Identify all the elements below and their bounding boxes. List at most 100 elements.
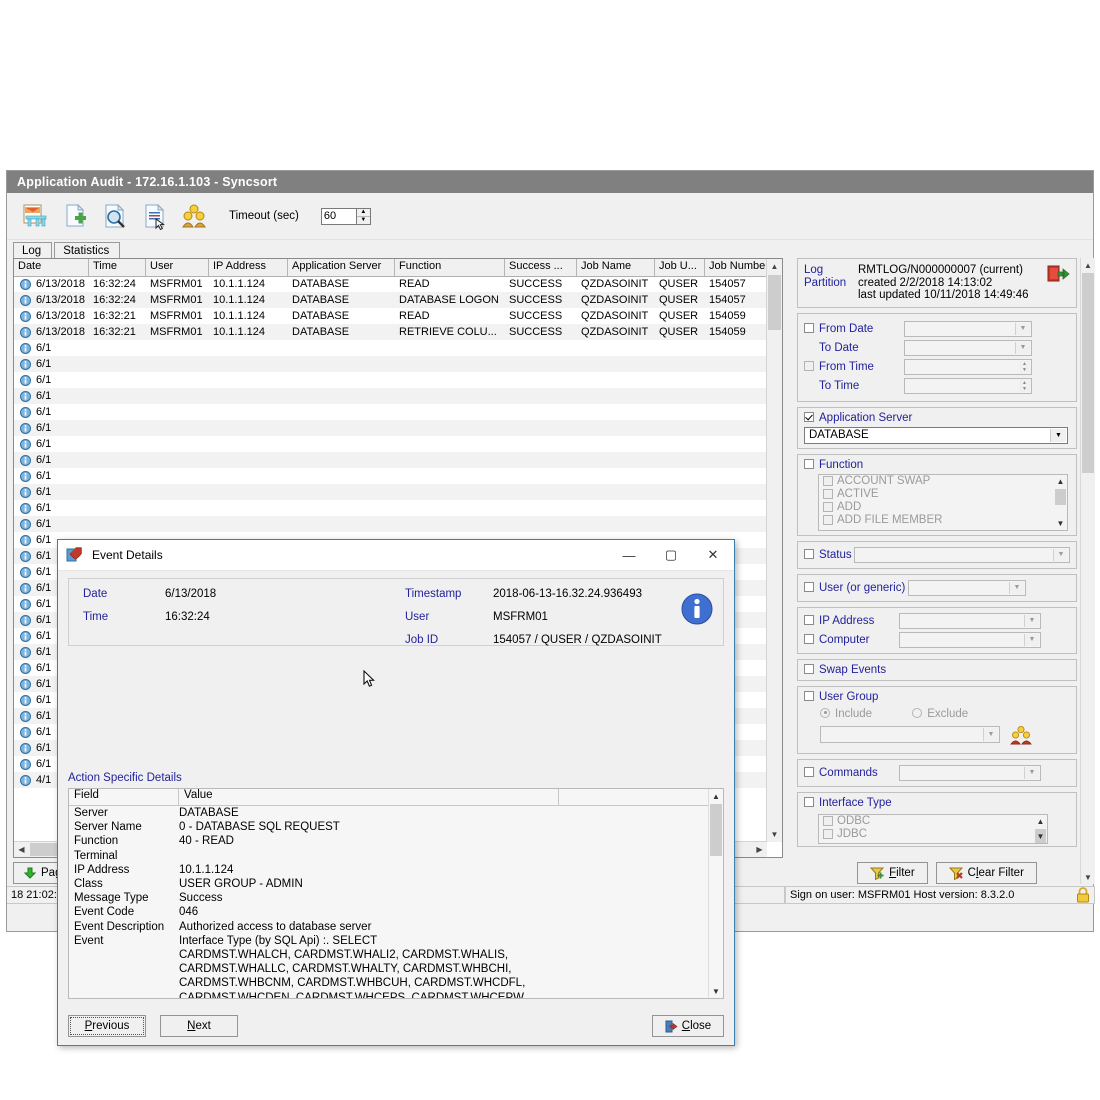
grid-column-header-3[interactable]: IP Address xyxy=(209,259,288,276)
to-date-input[interactable]: ▼ xyxy=(904,340,1032,356)
export-log-icon[interactable] xyxy=(15,197,55,235)
function-scrollbar[interactable]: ▲▼ xyxy=(1054,475,1067,530)
interface-type-checkbox[interactable] xyxy=(804,797,814,807)
minimize-icon[interactable]: — xyxy=(608,540,650,570)
user-group-checkbox[interactable] xyxy=(804,691,814,701)
table-row[interactable]: 6/14059 xyxy=(14,404,782,420)
filter-scroll-thumb[interactable] xyxy=(1082,273,1094,473)
spin-down-icon[interactable]: ▼ xyxy=(357,217,370,224)
scroll-left-icon[interactable]: ◀ xyxy=(14,845,29,854)
chevron-down-icon[interactable]: ▼ xyxy=(983,728,998,741)
timeout-input[interactable] xyxy=(321,208,356,225)
chevron-down-icon[interactable]: ▼ xyxy=(1024,634,1039,646)
scroll-down-icon[interactable]: ▼ xyxy=(767,827,782,842)
grid-column-header-5[interactable]: Function xyxy=(395,259,505,276)
swap-events-checkbox[interactable] xyxy=(804,664,814,674)
scroll-up-icon[interactable]: ▲ xyxy=(1081,258,1095,272)
preview-search-icon[interactable] xyxy=(95,197,135,235)
computer-checkbox[interactable] xyxy=(804,634,814,644)
users-group-icon[interactable] xyxy=(175,197,215,235)
commands-checkbox[interactable] xyxy=(804,767,814,777)
function-option-list[interactable]: ACCOUNT SWAPACTIVEADDADD FILE MEMBER▲▼ xyxy=(818,474,1068,531)
chevron-down-icon[interactable]: ▼ xyxy=(1024,615,1039,627)
table-row[interactable]: 6/14059 xyxy=(14,420,782,436)
timeout-spin-buttons[interactable]: ▲ ▼ xyxy=(356,208,371,225)
close-button[interactable]: Close xyxy=(652,1015,724,1037)
from-date-checkbox[interactable] xyxy=(804,323,814,333)
grid-column-header-4[interactable]: Application Server xyxy=(288,259,395,276)
grid-column-header-8[interactable]: Job U... xyxy=(655,259,705,276)
option-checkbox[interactable] xyxy=(823,476,833,486)
option-checkbox[interactable] xyxy=(823,502,833,512)
table-row[interactable]: 6/14057 xyxy=(14,468,782,484)
grid-vertical-scrollbar[interactable]: ▲ ▼ xyxy=(766,259,782,842)
commands-input[interactable]: ▼ xyxy=(899,765,1041,781)
grid-column-header-0[interactable]: Date xyxy=(14,259,89,276)
status-input[interactable]: ▼ xyxy=(854,547,1070,563)
option-checkbox[interactable] xyxy=(823,829,833,839)
report-select-icon[interactable] xyxy=(135,197,175,235)
option-checkbox[interactable] xyxy=(823,489,833,499)
function-option-2[interactable]: ADD xyxy=(819,501,1067,514)
red-book-export-icon[interactable] xyxy=(1046,264,1070,286)
table-row[interactable]: 6/13/201816:32:21MSFRM0110.1.1.124DATABA… xyxy=(14,324,782,340)
scroll-down-icon[interactable]: ▼ xyxy=(709,984,723,998)
table-row[interactable]: 6/13/201816:32:21MSFRM0110.1.1.124DATABA… xyxy=(14,308,782,324)
table-row[interactable]: 6/14057 xyxy=(14,484,782,500)
scroll-up-icon[interactable]: ▲ xyxy=(709,789,723,803)
scroll-right-icon[interactable]: ▶ xyxy=(752,845,767,854)
from-time-input[interactable]: ▲▼ xyxy=(904,359,1032,375)
close-icon[interactable]: ✕ xyxy=(692,540,734,570)
spin-up-icon[interactable]: ▲ xyxy=(357,209,370,217)
user-input[interactable]: ▼ xyxy=(908,580,1026,596)
table-row[interactable]: 6/14059 xyxy=(14,356,782,372)
table-row[interactable]: 6/14059 xyxy=(14,436,782,452)
chevron-down-icon[interactable]: ▼ xyxy=(1015,323,1030,335)
grid-vscroll-thumb[interactable] xyxy=(768,275,781,330)
timeout-stepper[interactable]: ▲ ▼ xyxy=(321,208,371,225)
table-row[interactable]: 6/14059 xyxy=(14,388,782,404)
user-group-input[interactable]: ▼ xyxy=(820,726,1000,743)
users-group-icon[interactable] xyxy=(1010,725,1032,745)
details-table-scrollbar[interactable]: ▲ ▼ xyxy=(708,789,723,998)
grid-column-header-2[interactable]: User xyxy=(146,259,209,276)
grid-column-header-7[interactable]: Job Name xyxy=(577,259,655,276)
from-time-checkbox[interactable] xyxy=(804,361,814,371)
table-row[interactable]: 6/14057 xyxy=(14,452,782,468)
table-row[interactable]: 6/14059 xyxy=(14,516,782,532)
scroll-up-icon[interactable]: ▲ xyxy=(767,259,782,274)
include-radio[interactable] xyxy=(820,708,830,718)
option-checkbox[interactable] xyxy=(823,515,833,525)
maximize-icon[interactable]: ▢ xyxy=(650,540,692,570)
exclude-radio[interactable] xyxy=(912,708,922,718)
tab-statistics[interactable]: Statistics xyxy=(54,242,120,259)
time-spinner[interactable]: ▲▼ xyxy=(1019,361,1030,373)
table-row[interactable]: 6/14059 xyxy=(14,340,782,356)
scroll-down-icon[interactable]: ▼ xyxy=(1054,517,1067,530)
interface-type-option-0[interactable]: ODBC xyxy=(819,815,1047,828)
chevron-down-icon[interactable]: ▼ xyxy=(1053,549,1068,561)
scroll-up-icon[interactable]: ▲ xyxy=(1054,475,1067,488)
ip-address-input[interactable]: ▼ xyxy=(899,613,1041,629)
table-row[interactable]: 6/14059 xyxy=(14,372,782,388)
function-scroll-thumb[interactable] xyxy=(1055,489,1066,505)
user-checkbox[interactable] xyxy=(804,582,814,592)
previous-button[interactable]: Previous xyxy=(68,1015,146,1037)
function-option-3[interactable]: ADD FILE MEMBER xyxy=(819,514,1067,527)
application-server-checkbox[interactable] xyxy=(804,412,814,422)
function-option-1[interactable]: ACTIVE xyxy=(819,488,1067,501)
ip-address-checkbox[interactable] xyxy=(804,615,814,625)
new-document-icon[interactable] xyxy=(55,197,95,235)
filter-button[interactable]: Filter xyxy=(857,862,928,884)
next-button[interactable]: Next xyxy=(160,1015,238,1037)
computer-input[interactable]: ▼ xyxy=(899,632,1041,648)
clear-filter-button[interactable]: Clear Filter xyxy=(936,862,1037,884)
table-row[interactable]: 6/13/201816:32:24MSFRM0110.1.1.124DATABA… xyxy=(14,292,782,308)
function-option-0[interactable]: ACCOUNT SWAP xyxy=(819,475,1067,488)
option-checkbox[interactable] xyxy=(823,816,833,826)
from-date-input[interactable]: ▼ xyxy=(904,321,1032,337)
interface-type-scrollbar[interactable]: ▲▼ xyxy=(1034,815,1047,843)
function-checkbox[interactable] xyxy=(804,459,814,469)
chevron-down-icon[interactable]: ▼ xyxy=(1009,582,1024,594)
status-checkbox[interactable] xyxy=(804,549,814,559)
